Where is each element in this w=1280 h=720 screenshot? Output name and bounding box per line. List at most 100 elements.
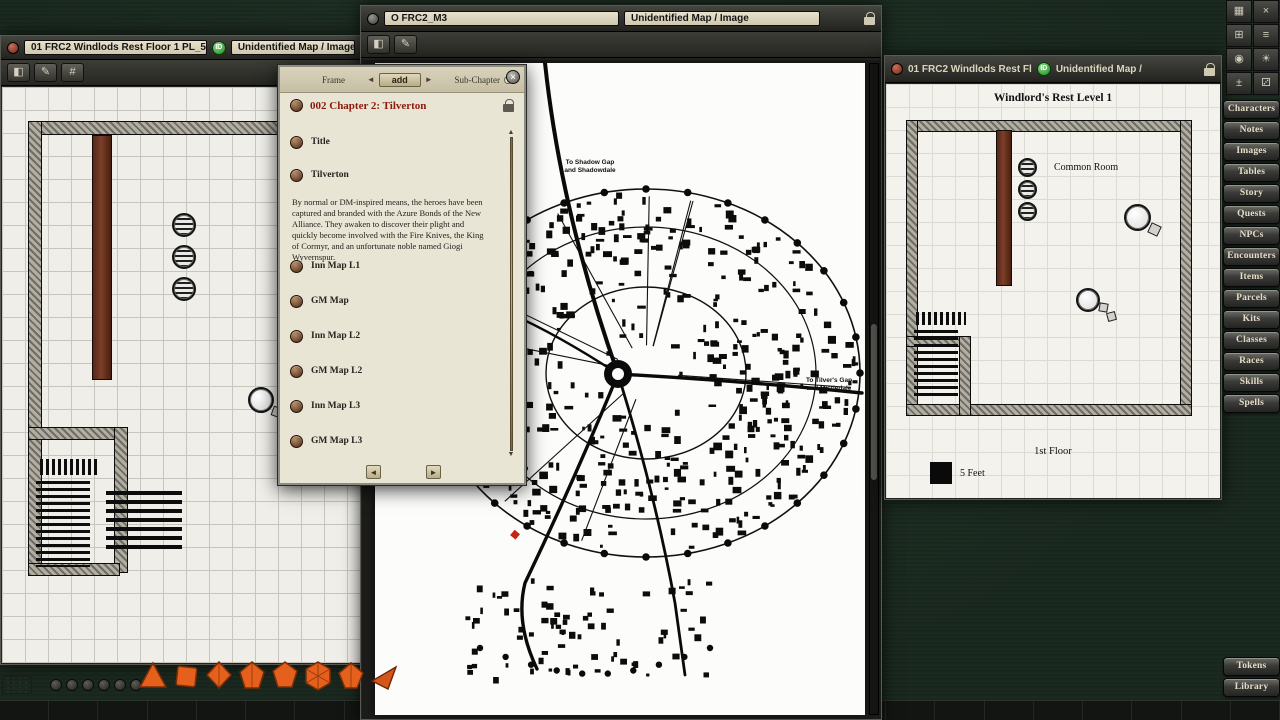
grid-tool-icon[interactable]: # (61, 63, 84, 82)
crate-prop[interactable] (1098, 302, 1108, 312)
sidebar-item-story[interactable]: Story (1223, 184, 1280, 203)
token-stool-2[interactable] (172, 245, 196, 269)
sidebar-item-kits[interactable]: Kits (1223, 310, 1280, 329)
story-entry[interactable]: Title (280, 133, 495, 151)
modifier-button[interactable] (98, 679, 110, 691)
token-round-table-1[interactable] (1124, 204, 1151, 231)
die-d20[interactable] (303, 660, 333, 697)
menu-icon[interactable]: ≡ (1253, 24, 1279, 47)
record-icon[interactable] (290, 365, 303, 378)
next-arrow-icon[interactable]: ► (425, 75, 433, 84)
story-scrollbar[interactable]: ▲ ▼ (506, 129, 516, 459)
record-icon[interactable] (290, 169, 303, 182)
story-entry[interactable]: Inn Map L2 (280, 327, 495, 345)
token-stool-3[interactable] (172, 277, 196, 301)
sidebar-item-classes[interactable]: Classes (1223, 331, 1280, 350)
story-entry[interactable]: GM Map L3 (280, 432, 495, 450)
record-icon[interactable] (290, 136, 303, 149)
hotkey-slot[interactable] (1182, 701, 1231, 720)
scroll-down-icon[interactable]: ▼ (508, 451, 515, 459)
roll-pointer-icon[interactable] (369, 660, 399, 697)
eraser-tool-icon[interactable]: ◧ (367, 35, 390, 54)
right-map-canvas[interactable]: Windlord's Rest Level 1 Common Room 1st … (886, 84, 1220, 498)
hotkey-slot[interactable] (295, 701, 344, 720)
die-d12[interactable] (270, 660, 300, 697)
chat-chip[interactable] (2, 676, 32, 694)
hotkey-slot[interactable] (148, 701, 197, 720)
story-entry[interactable]: Inn Map L1 (280, 257, 495, 275)
eraser-tool-icon[interactable]: ◧ (7, 63, 30, 82)
story-entry[interactable]: Inn Map L3 (280, 397, 495, 415)
die-d8[interactable] (204, 660, 234, 697)
story-entry[interactable]: Tilverton (280, 166, 495, 184)
long-table-prop[interactable] (92, 135, 112, 380)
hotkey-slot[interactable] (1034, 701, 1083, 720)
crate-prop[interactable] (1106, 311, 1117, 322)
hotkey-slot[interactable] (886, 701, 935, 720)
hotkey-slot[interactable] (1083, 701, 1132, 720)
chapter-title-row[interactable]: 002 Chapter 2: Tilverton (280, 93, 524, 116)
token-round-table-2[interactable] (1076, 288, 1100, 312)
light-icon[interactable]: ☀ (1253, 48, 1279, 71)
center-window-scrollbar[interactable] (869, 63, 879, 715)
sidebar-item-parcels[interactable]: Parcels (1223, 289, 1280, 308)
crate-prop[interactable] (1147, 222, 1162, 237)
record-icon[interactable] (290, 99, 303, 112)
left-window-titlebar[interactable]: 01 FRC2 Windlods Rest Floor 1 PL_50 ID U… (1, 36, 361, 60)
lock-icon[interactable] (503, 99, 514, 112)
hotkey-slot[interactable] (0, 701, 49, 720)
add-button[interactable]: add (379, 73, 421, 87)
sidebar-item-tokens[interactable]: Tokens (1223, 657, 1280, 676)
record-icon[interactable] (290, 330, 303, 343)
die-d100[interactable] (336, 660, 366, 697)
hotkey-slot[interactable] (197, 701, 246, 720)
die-d4[interactable] (138, 660, 168, 697)
sidebar-item-library[interactable]: Library (1223, 678, 1280, 697)
center-window-titlebar[interactable]: O FRC2_M3 Unidentified Map / Image (361, 6, 881, 32)
modifier-button[interactable] (50, 679, 62, 691)
story-entry[interactable]: GM Map L2 (280, 362, 495, 380)
page-next-button[interactable]: ► (426, 465, 441, 479)
token-stool-2[interactable] (1018, 180, 1037, 199)
die-d10[interactable] (237, 660, 267, 697)
window-knob-icon[interactable] (367, 13, 379, 25)
record-icon[interactable] (290, 400, 303, 413)
hotkey-slot[interactable] (246, 701, 295, 720)
hotkey-slot[interactable] (935, 701, 984, 720)
close-icon[interactable]: × (506, 70, 520, 84)
sidebar-item-skills[interactable]: Skills (1223, 373, 1280, 392)
die-d6[interactable] (171, 660, 201, 697)
record-icon[interactable] (290, 435, 303, 448)
modifier-button[interactable] (82, 679, 94, 691)
window-knob-icon[interactable] (7, 42, 19, 54)
record-icon[interactable] (290, 260, 303, 273)
modifier-button[interactable] (66, 679, 78, 691)
sidebar-item-encounters[interactable]: Encounters (1223, 247, 1280, 266)
record-icon[interactable] (290, 295, 303, 308)
hotkey-slot[interactable] (49, 701, 98, 720)
hotkey-slot[interactable] (1231, 701, 1280, 720)
token-stool-1[interactable] (1018, 158, 1037, 177)
target-icon[interactable]: ◉ (1226, 48, 1252, 71)
hotkey-slot[interactable] (1132, 701, 1181, 720)
sidebar-item-races[interactable]: Races (1223, 352, 1280, 371)
hotkey-slot[interactable] (98, 701, 147, 720)
sidebar-item-characters[interactable]: Characters (1223, 100, 1280, 119)
map-window-windlords-rest-small[interactable]: 01 FRC2 Windlods Rest Fl ID Unidentified… (884, 55, 1222, 500)
window-knob-icon[interactable] (891, 63, 903, 75)
sidebar-item-tables[interactable]: Tables (1223, 163, 1280, 182)
sidebar-item-quests[interactable]: Quests (1223, 205, 1280, 224)
story-window-chapter[interactable]: × Frame ◄ add ► Sub-Chapter 002 Chapter … (278, 65, 526, 485)
dice-icon[interactable]: ⚂ (1253, 72, 1279, 95)
right-window-titlebar[interactable]: 01 FRC2 Windlods Rest Fl ID Unidentified… (885, 56, 1221, 83)
sidebar-item-items[interactable]: Items (1223, 268, 1280, 287)
pencil-tool-icon[interactable]: ✎ (394, 35, 417, 54)
long-table-prop[interactable] (996, 130, 1012, 286)
lock-icon[interactable] (864, 12, 875, 25)
close-icon[interactable]: × (1253, 0, 1279, 23)
window-icon[interactable]: ⊞ (1226, 24, 1252, 47)
lock-icon[interactable] (1204, 63, 1215, 76)
scroll-up-icon[interactable]: ▲ (508, 129, 515, 137)
grid-icon[interactable]: ▦ (1226, 0, 1252, 23)
prev-arrow-icon[interactable]: ◄ (367, 75, 375, 84)
